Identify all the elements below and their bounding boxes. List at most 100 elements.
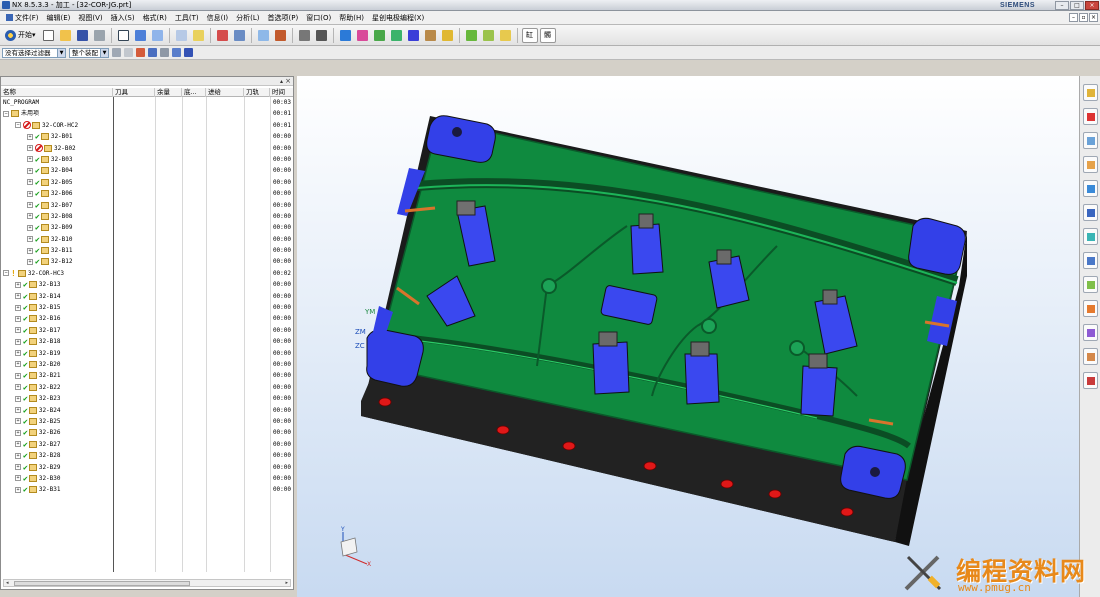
reuse-library-tab[interactable]	[1082, 156, 1098, 173]
expand-icon[interactable]: +	[15, 384, 21, 391]
column-name[interactable]: 名称	[1, 88, 113, 97]
close-button[interactable]: ×	[1085, 0, 1099, 10]
expand-icon[interactable]: +	[15, 429, 21, 436]
select-face-icon[interactable]	[148, 48, 157, 57]
scroll-thumb[interactable]	[14, 581, 190, 586]
shaded-view-button[interactable]	[133, 28, 148, 43]
mdi-restore-button[interactable]: ▫	[1079, 13, 1088, 22]
shop-doc-button[interactable]	[464, 28, 479, 43]
navigator-row[interactable]: + ✔ 32-B01 00:00	[1, 131, 293, 142]
save-button[interactable]	[75, 28, 90, 43]
report-button[interactable]	[498, 28, 513, 43]
custom-button-2[interactable]: 髑	[539, 27, 556, 43]
simulate-button[interactable]	[314, 28, 329, 43]
navigator-row[interactable]: + ✔ 32-B26 00:00	[1, 427, 293, 438]
expand-icon[interactable]: +	[15, 486, 21, 493]
select-region-icon[interactable]	[160, 48, 169, 57]
expand-icon[interactable]: +	[15, 395, 21, 402]
expand-icon[interactable]: +	[27, 145, 33, 152]
system-materials-tab[interactable]	[1082, 276, 1098, 293]
navigator-row[interactable]: + ✔ 32-B19 00:00	[1, 348, 293, 359]
navigator-row[interactable]: + ✔ 32-B18 00:00	[1, 336, 293, 347]
expand-icon[interactable]: +	[15, 304, 21, 311]
snap-view-button[interactable]	[191, 28, 206, 43]
mdi-close-button[interactable]: ×	[1089, 13, 1098, 22]
graphics-window[interactable]: YM ZM ZC Y X	[297, 76, 1079, 597]
navigator-row[interactable]: − 32-COR-HC2 00:01	[1, 120, 293, 131]
navigator-row[interactable]: −! 32-COR-HC3 00:02	[1, 268, 293, 279]
navigator-row[interactable]: − 未用项 00:01	[1, 108, 293, 119]
menu-help[interactable]: 帮助(H)	[335, 13, 368, 23]
view-layout-button[interactable]	[116, 28, 131, 43]
select-feature-icon[interactable]	[136, 48, 145, 57]
expand-icon[interactable]: +	[27, 202, 33, 209]
navigator-row[interactable]: + ✔ 32-B11 00:00	[1, 245, 293, 256]
navigator-row[interactable]: + ✔ 32-B30 00:00	[1, 473, 293, 484]
column-toolpath[interactable]: 刀轨	[244, 88, 270, 97]
menu-tools[interactable]: 工具(T)	[171, 13, 203, 23]
menu-window[interactable]: 窗口(O)	[302, 13, 335, 23]
navigator-row[interactable]: + ✔ 32-B15 00:00	[1, 302, 293, 313]
expand-icon[interactable]: +	[27, 236, 33, 243]
navigator-row[interactable]: + ✔ 32-B23 00:00	[1, 393, 293, 404]
close-icon[interactable]: ×	[285, 77, 291, 85]
navigator-row[interactable]: + ✔ 32-B13 00:00	[1, 279, 293, 290]
roles-tab[interactable]	[1082, 348, 1098, 365]
navigator-row[interactable]: + ✔ 32-B20 00:00	[1, 359, 293, 370]
navigator-row[interactable]: + ✔ 32-B24 00:00	[1, 405, 293, 416]
scroll-left-icon[interactable]: ◂	[6, 580, 9, 586]
expand-icon[interactable]: +	[27, 133, 33, 140]
process-studio-tab[interactable]	[1082, 300, 1098, 317]
expand-icon[interactable]: +	[15, 452, 21, 459]
manufacturing-wizard-tab[interactable]	[1082, 324, 1098, 341]
system-visualization-tab[interactable]	[1082, 372, 1098, 389]
menu-format[interactable]: 格式(R)	[139, 13, 171, 23]
navigator-row[interactable]: + ✔ 32-B27 00:00	[1, 439, 293, 450]
navigator-row[interactable]: +32-B02 00:00	[1, 143, 293, 154]
navigator-row[interactable]: NC_PROGRAM 00:03	[1, 97, 293, 108]
expand-icon[interactable]: +	[27, 190, 33, 197]
navigator-row[interactable]: + ✔ 32-B14 00:00	[1, 291, 293, 302]
wireframe-view-button[interactable]	[150, 28, 165, 43]
expand-icon[interactable]: +	[15, 350, 21, 357]
create-program-button[interactable]	[338, 28, 353, 43]
column-feed[interactable]: 进给	[206, 88, 244, 97]
general-select-icon[interactable]	[112, 48, 121, 57]
web-browser-tab[interactable]	[1082, 228, 1098, 245]
navigator-horizontal-scrollbar[interactable]: ◂ ▸	[3, 579, 291, 587]
toolpath-button[interactable]	[273, 28, 288, 43]
menu-view[interactable]: 视图(V)	[74, 13, 106, 23]
selection-filter-dropdown[interactable]: 没有选择过滤器 ▼	[2, 47, 66, 58]
pin-icon[interactable]: ▴	[280, 78, 283, 85]
open-file-button[interactable]	[58, 28, 73, 43]
menu-insert[interactable]: 插入(S)	[107, 13, 139, 23]
menu-preferences[interactable]: 首选项(P)	[264, 13, 303, 23]
navigator-row[interactable]: + ✔ 32-B10 00:00	[1, 234, 293, 245]
history-tab[interactable]	[1082, 252, 1098, 269]
expand-icon[interactable]: +	[27, 247, 33, 254]
navigator-row[interactable]: + ✔ 32-B09 00:00	[1, 222, 293, 233]
expand-icon[interactable]: +	[27, 258, 33, 265]
column-time[interactable]: 时间	[270, 88, 293, 97]
expand-icon[interactable]: +	[15, 281, 21, 288]
menu-analysis[interactable]: 分析(L)	[232, 13, 263, 23]
csys-button[interactable]	[215, 28, 230, 43]
custom-button-1[interactable]: 缸	[521, 27, 538, 43]
create-tool-button[interactable]	[355, 28, 370, 43]
generate-button[interactable]	[423, 28, 438, 43]
postprocess-button[interactable]	[440, 28, 455, 43]
expand-icon[interactable]: +	[15, 293, 21, 300]
menu-file[interactable]: 文件(F)	[2, 13, 43, 23]
snap-point-icon[interactable]	[124, 48, 133, 57]
column-floor[interactable]: 底...	[182, 88, 206, 97]
collapse-icon[interactable]: −	[3, 110, 9, 117]
navigator-row[interactable]: + ✔ 32-B31 00:00	[1, 484, 293, 495]
navigator-row[interactable]: + ✔ 32-B04 00:00	[1, 165, 293, 176]
expand-icon[interactable]: +	[27, 224, 33, 231]
menu-edit[interactable]: 编辑(E)	[43, 13, 75, 23]
start-button[interactable]: 开始 ▾	[2, 28, 39, 43]
expand-icon[interactable]: +	[15, 407, 21, 414]
constraint-navigator-tab[interactable]	[1082, 108, 1098, 125]
select-body-icon[interactable]	[184, 48, 193, 57]
create-method-button[interactable]	[389, 28, 404, 43]
